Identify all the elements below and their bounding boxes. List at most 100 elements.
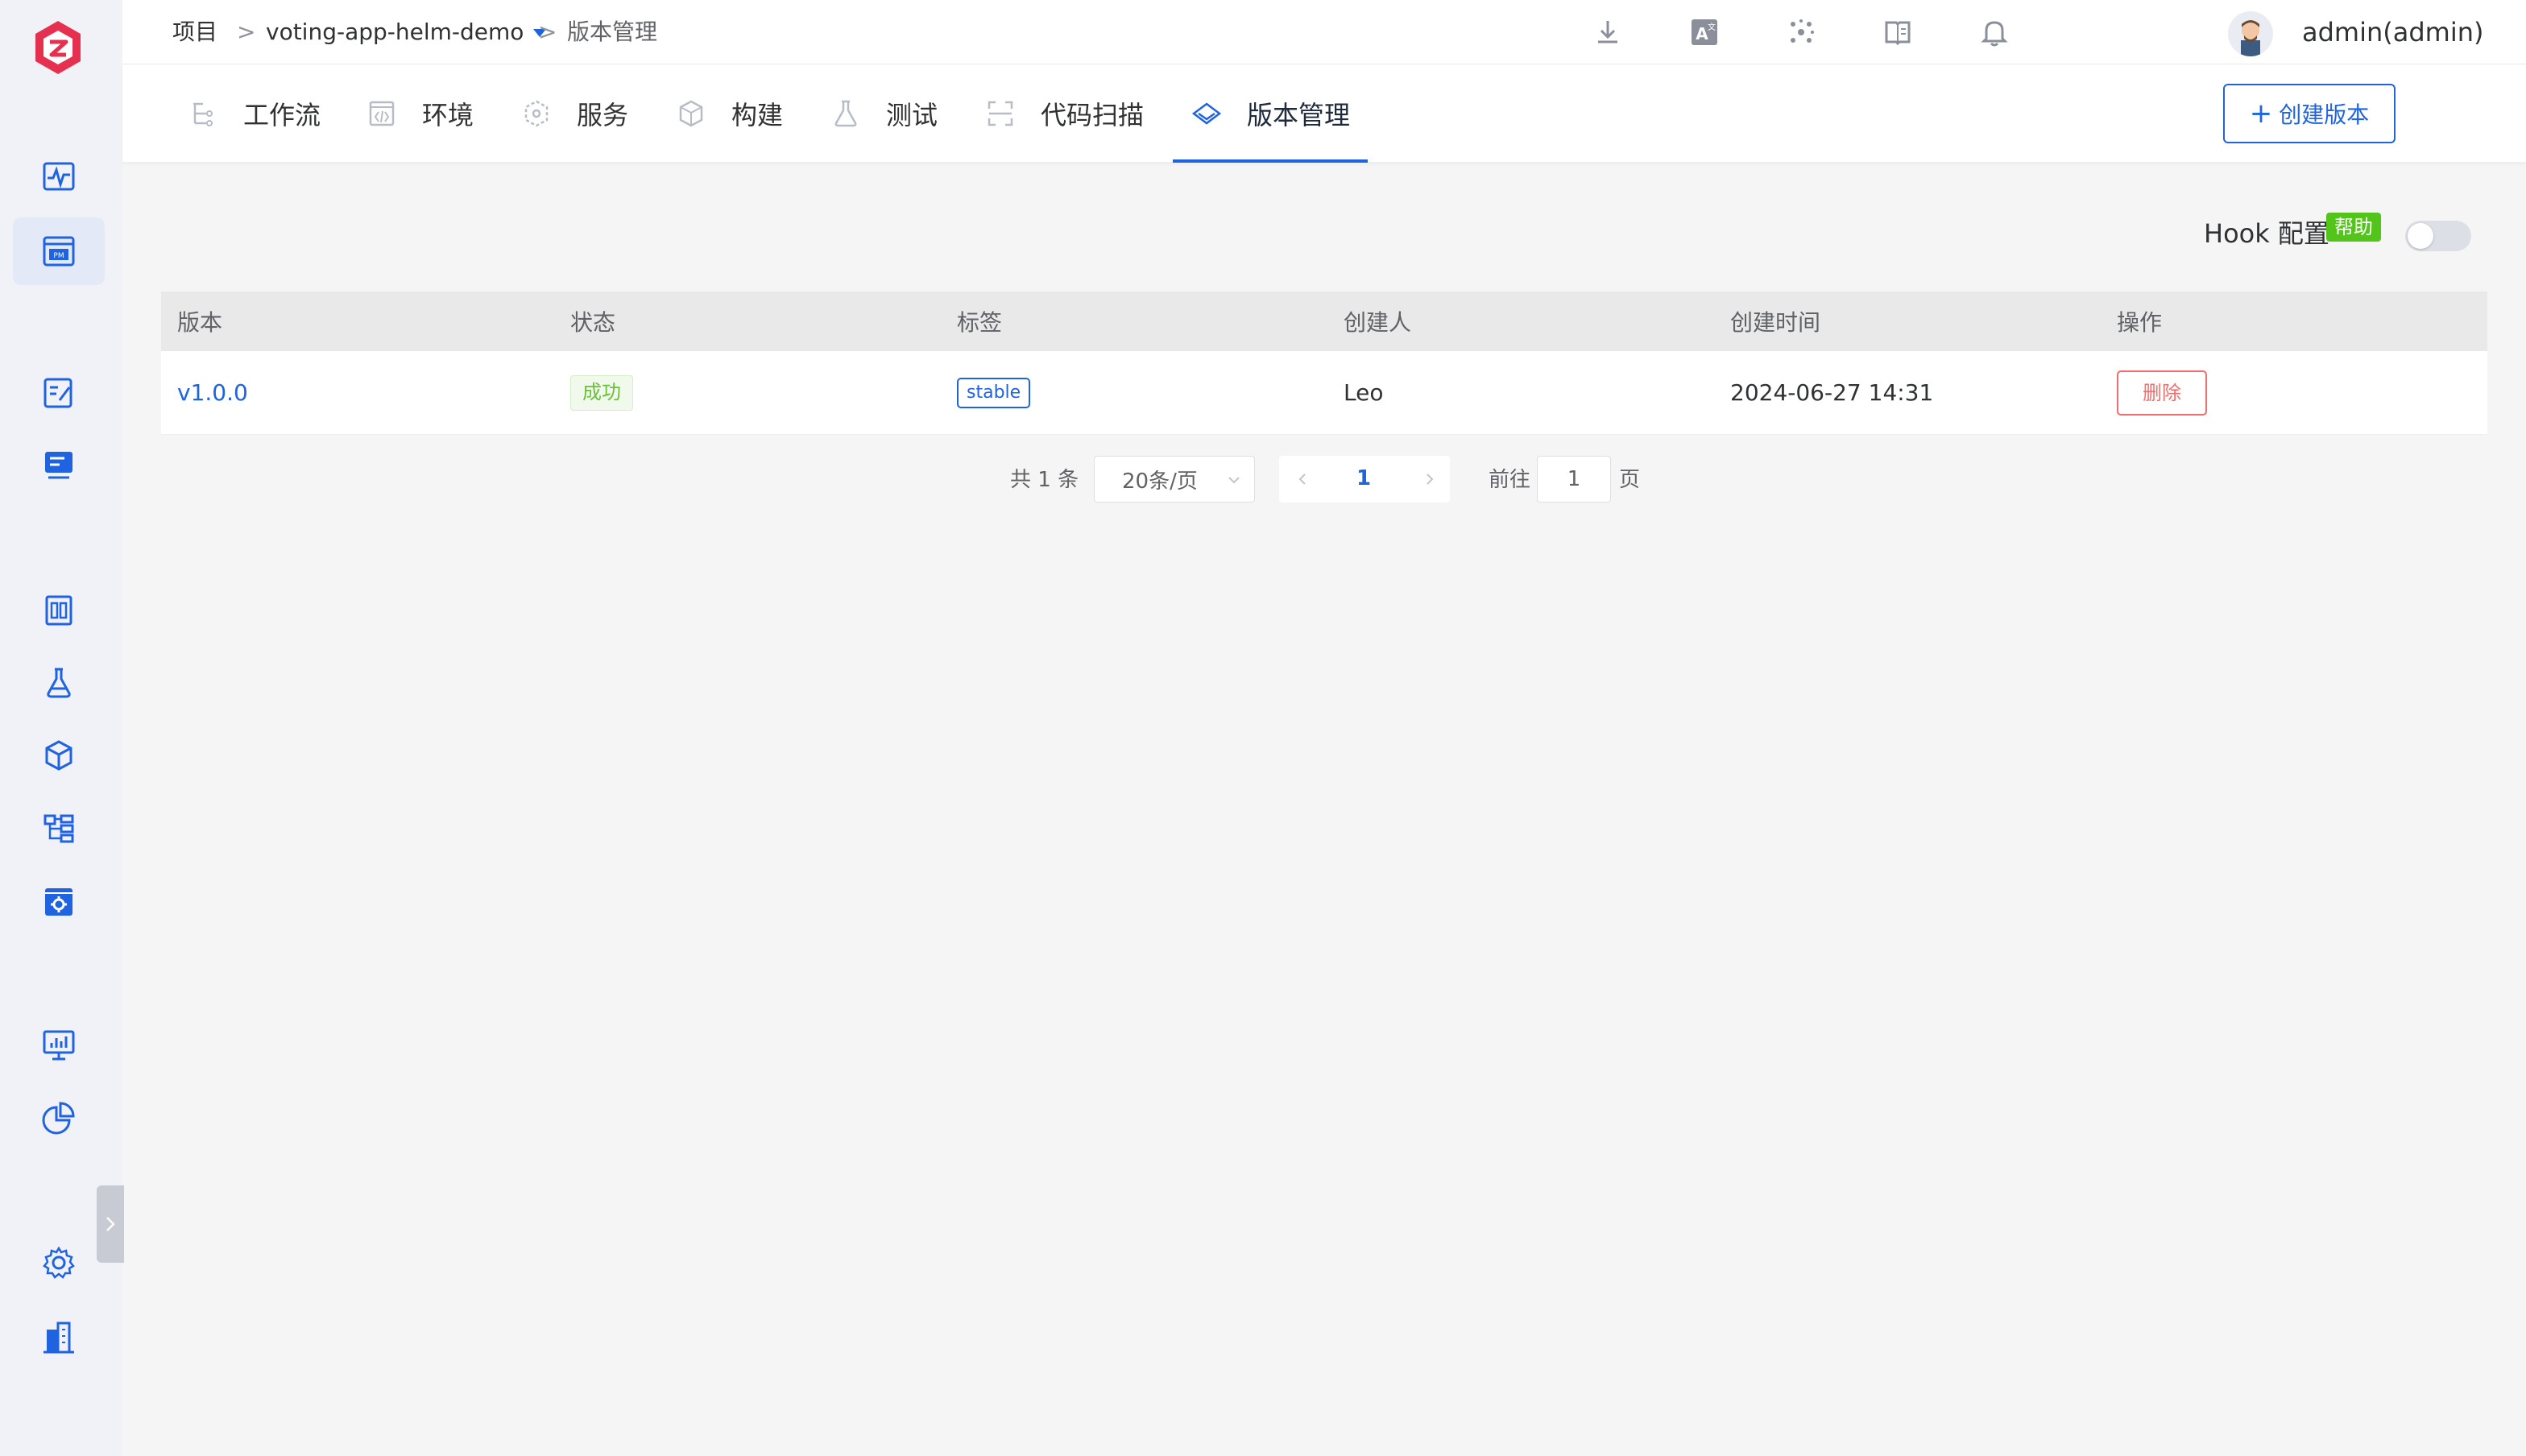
build-list-icon [45,595,72,626]
sidebar-item-dashboard[interactable] [13,143,105,211]
tab-build[interactable]: 构建 [675,64,783,163]
tab-label: 环境 [422,100,474,130]
user-avatar-icon [2228,11,2273,56]
col-header-status: 状态 [570,309,616,336]
versions-table: 版本 状态 标签 创建人 创建时间 操作 v1.0.0 成功 stable Le… [161,292,2487,435]
svg-text:PM: PM [53,252,64,260]
gear-box-icon [45,888,72,916]
building-icon [43,1322,74,1354]
tab-label: 构建 [731,100,784,130]
project-tab-bar: 工作流 环境 服务 构建 测试 代码扫描 版本管理 + 创建版本 [122,64,2526,163]
pagination-nav: 1 [1279,456,1450,503]
sidebar-item-builds[interactable] [13,577,105,644]
create-version-button[interactable]: + 创建版本 [2223,84,2396,143]
notifications-button[interactable] [1977,14,2012,50]
tab-code-scan[interactable]: 代码扫描 [984,64,1144,163]
sidebar-item-settings[interactable] [13,1229,105,1297]
tag-cell: stable [957,377,1031,408]
package-cube-icon [45,740,72,771]
actions-cell: 删除 [2117,370,2207,416]
sidebar-item-statistics[interactable] [13,1084,105,1152]
translate-icon: A文 [1692,19,1717,45]
pagination-total: 共 1 条 [1010,468,1079,492]
code-scan-icon [988,101,1013,126]
project-name: voting-app-helm-demo [266,19,524,45]
next-page-button[interactable] [1421,470,1439,488]
version-link[interactable]: v1.0.0 [177,379,248,406]
sidebar-item-releases[interactable] [13,432,105,499]
pulse-monitor-icon [43,162,75,191]
sidebar-item-tests[interactable] [13,649,105,717]
chevron-down-icon [1228,477,1240,484]
prev-page-button[interactable] [1294,470,1311,488]
tab-label: 测试 [886,100,938,130]
status-cell: 成功 [570,374,633,411]
service-icon [524,100,549,127]
tab-workflow[interactable]: 工作流 [187,64,321,163]
sidebar-item-projects[interactable]: PM [13,217,105,285]
col-header-created-time: 创建时间 [1730,309,1821,336]
pm-board-icon: PM [43,236,75,267]
tab-label: 工作流 [243,100,321,130]
user-name[interactable]: admin(admin) [2302,16,2484,48]
avatar[interactable] [2228,11,2273,56]
plugins-button[interactable] [1783,14,1819,50]
app-logo[interactable] [32,19,84,76]
svg-text:文: 文 [1708,22,1716,32]
monitor-chart-icon [43,1030,75,1061]
tab-label: 版本管理 [1247,100,1351,130]
breadcrumb-project[interactable]: voting-app-helm-demo [266,18,547,47]
tab-label: 代码扫描 [1041,100,1145,130]
sidebar-collapse-toggle[interactable] [97,1185,124,1263]
created-time-cell: 2024-06-27 14:31 [1730,379,1934,406]
breadcrumb-root[interactable]: 项目 [172,18,217,47]
sidebar-item-artifacts[interactable] [13,722,105,789]
sidebar: PM [0,0,124,1456]
create-version-label: 创建版本 [2279,101,2370,128]
sidebar-item-templates[interactable] [13,794,105,862]
top-bar: 项目 > voting-app-helm-demo > 版本管理 A文 admi… [122,0,2526,64]
environment-icon [369,101,395,126]
tab-environment[interactable]: 环境 [366,64,474,163]
tab-test[interactable]: 测试 [830,64,938,163]
workflow-icon [193,102,213,126]
language-button[interactable]: A文 [1687,14,1722,50]
build-icon [679,100,703,127]
breadcrumb-separator: > [237,19,256,45]
book-icon [1885,21,1911,46]
help-badge[interactable]: 帮助 [2326,213,2381,242]
hook-config-toggle[interactable] [2405,221,2471,251]
tab-version-management[interactable]: 版本管理 [1172,64,1369,163]
hook-config-label: Hook 配置 [2204,218,2329,249]
tree-structure-icon [43,814,74,843]
breadcrumb-separator: > [538,19,557,45]
delete-button[interactable]: 删除 [2117,370,2207,416]
col-header-tag: 标签 [957,309,1003,336]
download-button[interactable] [1590,14,1625,50]
col-header-version: 版本 [177,309,223,336]
page-size-value: 20条/页 [1122,469,1198,494]
goto-page-input[interactable]: 1 [1537,456,1611,503]
toggle-knob [2408,223,2433,249]
sidebar-item-enterprise[interactable] [13,1303,105,1371]
sidebar-item-insight[interactable] [13,1011,105,1079]
tab-service[interactable]: 服务 [520,64,628,163]
version-icon [1191,102,1222,125]
plus-icon: + [2249,97,2273,130]
page-number-current[interactable]: 1 [1356,464,1371,493]
pie-chart-icon [42,1102,75,1135]
page-size-select[interactable]: 20条/页 [1094,456,1255,503]
flask-icon [47,668,71,698]
chevron-right-icon [106,1217,115,1231]
sidebar-item-plans[interactable] [13,359,105,427]
table-row: v1.0.0 成功 stable Leo 2024-06-27 14:31 删除 [161,351,2487,435]
docs-button[interactable] [1880,14,1915,50]
sidebar-item-resources[interactable] [13,868,105,936]
goto-label: 前往 [1489,468,1531,492]
gear-icon [43,1246,75,1279]
edit-document-icon [43,378,72,408]
breadcrumb-current: 版本管理 [567,19,658,45]
creator-cell: Leo [1344,379,1384,406]
nodes-icon [1791,19,1814,43]
bell-icon [1981,21,2008,47]
